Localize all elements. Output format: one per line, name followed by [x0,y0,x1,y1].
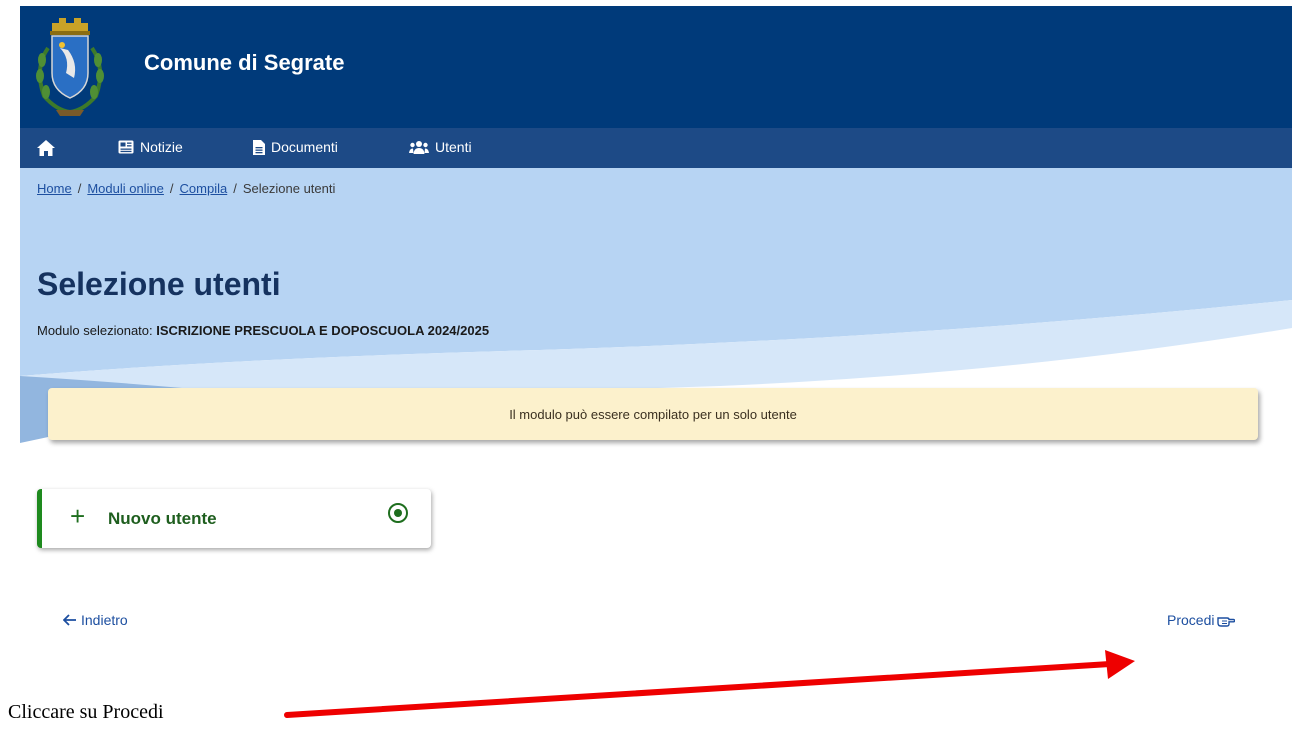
alert-text: Il modulo può essere compilato per un so… [509,406,797,422]
nav-item-utenti[interactable]: Utenti [409,139,472,155]
new-user-label: Nuovo utente [108,509,217,528]
back-link[interactable]: Indietro [63,612,128,628]
breadcrumb-link-home[interactable]: Home [37,181,72,196]
home-icon[interactable] [37,140,55,156]
radio-selected-icon[interactable] [388,503,408,523]
single-user-alert: Il modulo può essere compilato per un so… [48,388,1258,440]
arrow-left-icon [63,614,76,626]
site-title[interactable]: Comune di Segrate [144,50,344,76]
module-name: ISCRIZIONE PRESCUOLA E DOPOSCUOLA 2024/2… [156,323,490,338]
site-header: Comune di Segrate [20,6,1292,128]
module-prefix: Modulo selezionato: [37,323,153,338]
selected-module-line: Modulo selezionato: ISCRIZIONE PRESCUOLA… [37,323,489,338]
nav-item-label: Documenti [271,139,338,155]
proceed-label: Procedi [1167,612,1215,628]
breadcrumb-separator: / [233,181,237,196]
document-icon [253,139,265,155]
page-title: Selezione utenti [37,266,281,302]
breadcrumb-link-compila[interactable]: Compila [180,181,228,196]
users-icon [409,141,429,154]
newspaper-icon [118,140,134,154]
breadcrumb-separator: / [77,181,82,196]
breadcrumb-separator: / [169,181,174,196]
nav-item-documenti[interactable]: Documenti [253,139,338,155]
new-user-option[interactable]: + Nuovo utente [37,489,431,548]
breadcrumb: Home / Moduli online / Compila / Selezione ute… [37,181,335,196]
plus-icon: + [70,501,86,531]
municipal-crest-icon[interactable] [30,18,110,118]
back-label: Indietro [81,612,128,628]
breadcrumb-current: Selezione utenti [242,181,336,196]
hand-pointing-icon [1217,616,1236,627]
nav-item-label: Utenti [435,139,472,155]
proceed-link[interactable]: Procedi [1167,612,1236,628]
annotation-instruction: Cliccare su Procedi [8,701,164,723]
nav-item-notizie[interactable]: Notizie [118,139,183,155]
main-navigation: Notizie Documenti Utenti [20,128,1292,168]
breadcrumb-link-moduli-online[interactable]: Moduli online [87,181,164,196]
nav-item-label: Notizie [140,139,183,155]
